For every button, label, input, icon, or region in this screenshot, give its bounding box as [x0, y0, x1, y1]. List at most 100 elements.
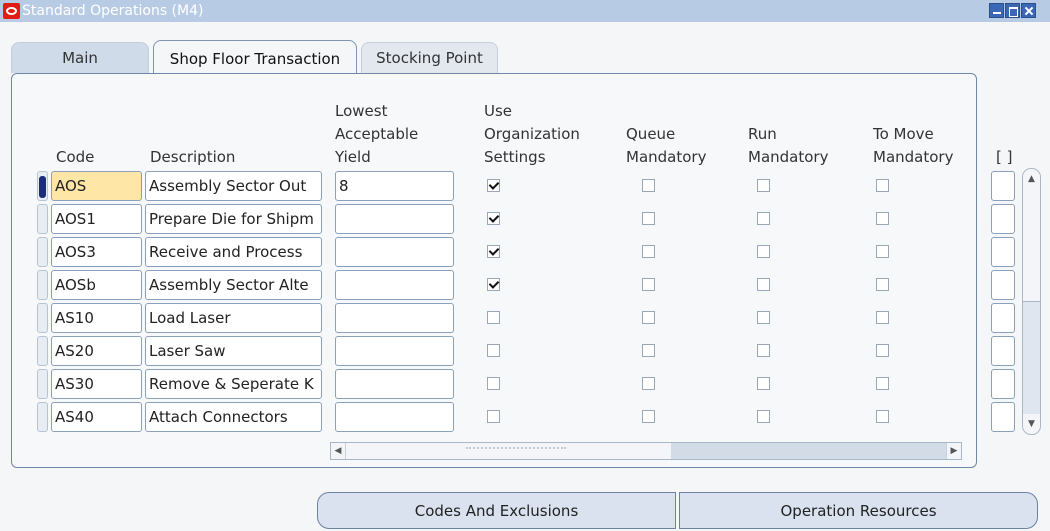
row-indicator[interactable]: [37, 303, 48, 333]
queue-mandatory-checkbox[interactable]: [642, 311, 655, 324]
row-extra-field[interactable]: [991, 402, 1015, 432]
use-org-settings-checkbox[interactable]: [487, 179, 500, 192]
queue-mandatory-checkbox[interactable]: [642, 410, 655, 423]
description-field[interactable]: Attach Connectors: [145, 402, 322, 432]
to-move-mandatory-checkbox[interactable]: [876, 311, 889, 324]
row-extra-field[interactable]: [991, 270, 1015, 300]
run-mandatory-checkbox[interactable]: [757, 410, 770, 423]
scroll-left-icon[interactable]: ◀: [331, 443, 346, 459]
use-org-settings-checkbox[interactable]: [487, 311, 500, 324]
row-extra-field[interactable]: [991, 171, 1015, 201]
horizontal-scroll-thumb[interactable]: [346, 443, 671, 459]
yield-field[interactable]: [335, 336, 454, 366]
column-header-to-move-mandatory: To Move Mandatory: [873, 125, 954, 166]
row-indicator[interactable]: [37, 171, 48, 201]
use-org-settings-checkbox[interactable]: [487, 245, 500, 258]
description-field[interactable]: Laser Saw: [145, 336, 322, 366]
description-field[interactable]: Assembly Sector Out: [145, 171, 322, 201]
column-header-extra: [ ]: [996, 148, 1013, 166]
to-move-mandatory-checkbox[interactable]: [876, 245, 889, 258]
title-bar: Standard Operations (M4): [0, 0, 1050, 22]
yield-field[interactable]: [335, 270, 454, 300]
yield-field[interactable]: [335, 303, 454, 333]
use-org-settings-checkbox[interactable]: [487, 278, 500, 291]
row-extra-field[interactable]: [991, 204, 1015, 234]
vertical-scrollbar[interactable]: ▲ ▼: [1022, 168, 1041, 435]
row-indicator[interactable]: [37, 237, 48, 267]
queue-mandatory-checkbox[interactable]: [642, 278, 655, 291]
description-field[interactable]: Remove & Seperate K: [145, 369, 322, 399]
column-header-run-mandatory: Run Mandatory: [748, 125, 829, 166]
column-header-code: Code: [56, 148, 95, 166]
scroll-grip-icon: [466, 447, 566, 455]
window-title: Standard Operations (M4): [22, 3, 204, 19]
scroll-up-icon[interactable]: ▲: [1023, 169, 1040, 189]
row-indicator[interactable]: [37, 270, 48, 300]
operation-resources-button[interactable]: Operation Resources: [679, 492, 1038, 529]
row-indicator[interactable]: [37, 204, 48, 234]
row-indicator[interactable]: [37, 369, 48, 399]
to-move-mandatory-checkbox[interactable]: [876, 344, 889, 357]
code-field[interactable]: AOS1: [51, 204, 142, 234]
column-header-description: Description: [150, 148, 236, 166]
tab-shop-floor-transaction[interactable]: Shop Floor Transaction: [153, 40, 357, 74]
code-field[interactable]: AOS: [51, 171, 142, 201]
run-mandatory-checkbox[interactable]: [757, 311, 770, 324]
description-field[interactable]: Assembly Sector Alte: [145, 270, 322, 300]
use-org-settings-checkbox[interactable]: [487, 212, 500, 225]
row-indicator[interactable]: [37, 402, 48, 432]
use-org-settings-checkbox[interactable]: [487, 344, 500, 357]
run-mandatory-checkbox[interactable]: [757, 377, 770, 390]
yield-field[interactable]: 8: [335, 171, 454, 201]
to-move-mandatory-checkbox[interactable]: [876, 212, 889, 225]
run-mandatory-checkbox[interactable]: [757, 212, 770, 225]
current-record-indicator: [39, 176, 46, 198]
code-field[interactable]: AS40: [51, 402, 142, 432]
yield-field[interactable]: [335, 402, 454, 432]
close-icon[interactable]: [1021, 3, 1036, 18]
minimize-icon[interactable]: [989, 3, 1004, 18]
to-move-mandatory-checkbox[interactable]: [876, 410, 889, 423]
queue-mandatory-checkbox[interactable]: [642, 344, 655, 357]
code-field[interactable]: AS10: [51, 303, 142, 333]
row-extra-field[interactable]: [991, 336, 1015, 366]
description-field[interactable]: Load Laser: [145, 303, 322, 333]
oracle-logo-icon: [3, 3, 20, 19]
run-mandatory-checkbox[interactable]: [757, 278, 770, 291]
maximize-icon[interactable]: [1005, 3, 1020, 18]
to-move-mandatory-checkbox[interactable]: [876, 179, 889, 192]
queue-mandatory-checkbox[interactable]: [642, 377, 655, 390]
code-field[interactable]: AOSb: [51, 270, 142, 300]
description-field[interactable]: Receive and Process: [145, 237, 322, 267]
queue-mandatory-checkbox[interactable]: [642, 245, 655, 258]
run-mandatory-checkbox[interactable]: [757, 344, 770, 357]
row-indicator[interactable]: [37, 336, 48, 366]
tab-stocking-point[interactable]: Stocking Point: [361, 42, 498, 73]
code-field[interactable]: AOS3: [51, 237, 142, 267]
scroll-right-icon[interactable]: ▶: [946, 443, 961, 459]
row-extra-field[interactable]: [991, 369, 1015, 399]
code-field[interactable]: AS20: [51, 336, 142, 366]
horizontal-scrollbar[interactable]: ◀ ▶: [330, 442, 962, 460]
row-extra-field[interactable]: [991, 237, 1015, 267]
column-header-queue-mandatory: Queue Mandatory: [626, 125, 707, 166]
description-field[interactable]: Prepare Die for Shipm: [145, 204, 322, 234]
queue-mandatory-checkbox[interactable]: [642, 179, 655, 192]
tab-main[interactable]: Main: [11, 42, 149, 73]
yield-field[interactable]: [335, 369, 454, 399]
use-org-settings-checkbox[interactable]: [487, 410, 500, 423]
scroll-down-icon[interactable]: ▼: [1023, 414, 1040, 434]
scroll-thumb[interactable]: [1023, 189, 1040, 302]
row-extra-field[interactable]: [991, 303, 1015, 333]
run-mandatory-checkbox[interactable]: [757, 245, 770, 258]
to-move-mandatory-checkbox[interactable]: [876, 278, 889, 291]
code-field[interactable]: AS30: [51, 369, 142, 399]
to-move-mandatory-checkbox[interactable]: [876, 377, 889, 390]
run-mandatory-checkbox[interactable]: [757, 179, 770, 192]
use-org-settings-checkbox[interactable]: [487, 377, 500, 390]
queue-mandatory-checkbox[interactable]: [642, 212, 655, 225]
yield-field[interactable]: [335, 204, 454, 234]
yield-field[interactable]: [335, 237, 454, 267]
column-header-use-org-settings: Use Organization Settings: [484, 102, 580, 166]
codes-and-exclusions-button[interactable]: Codes And Exclusions: [317, 492, 676, 529]
